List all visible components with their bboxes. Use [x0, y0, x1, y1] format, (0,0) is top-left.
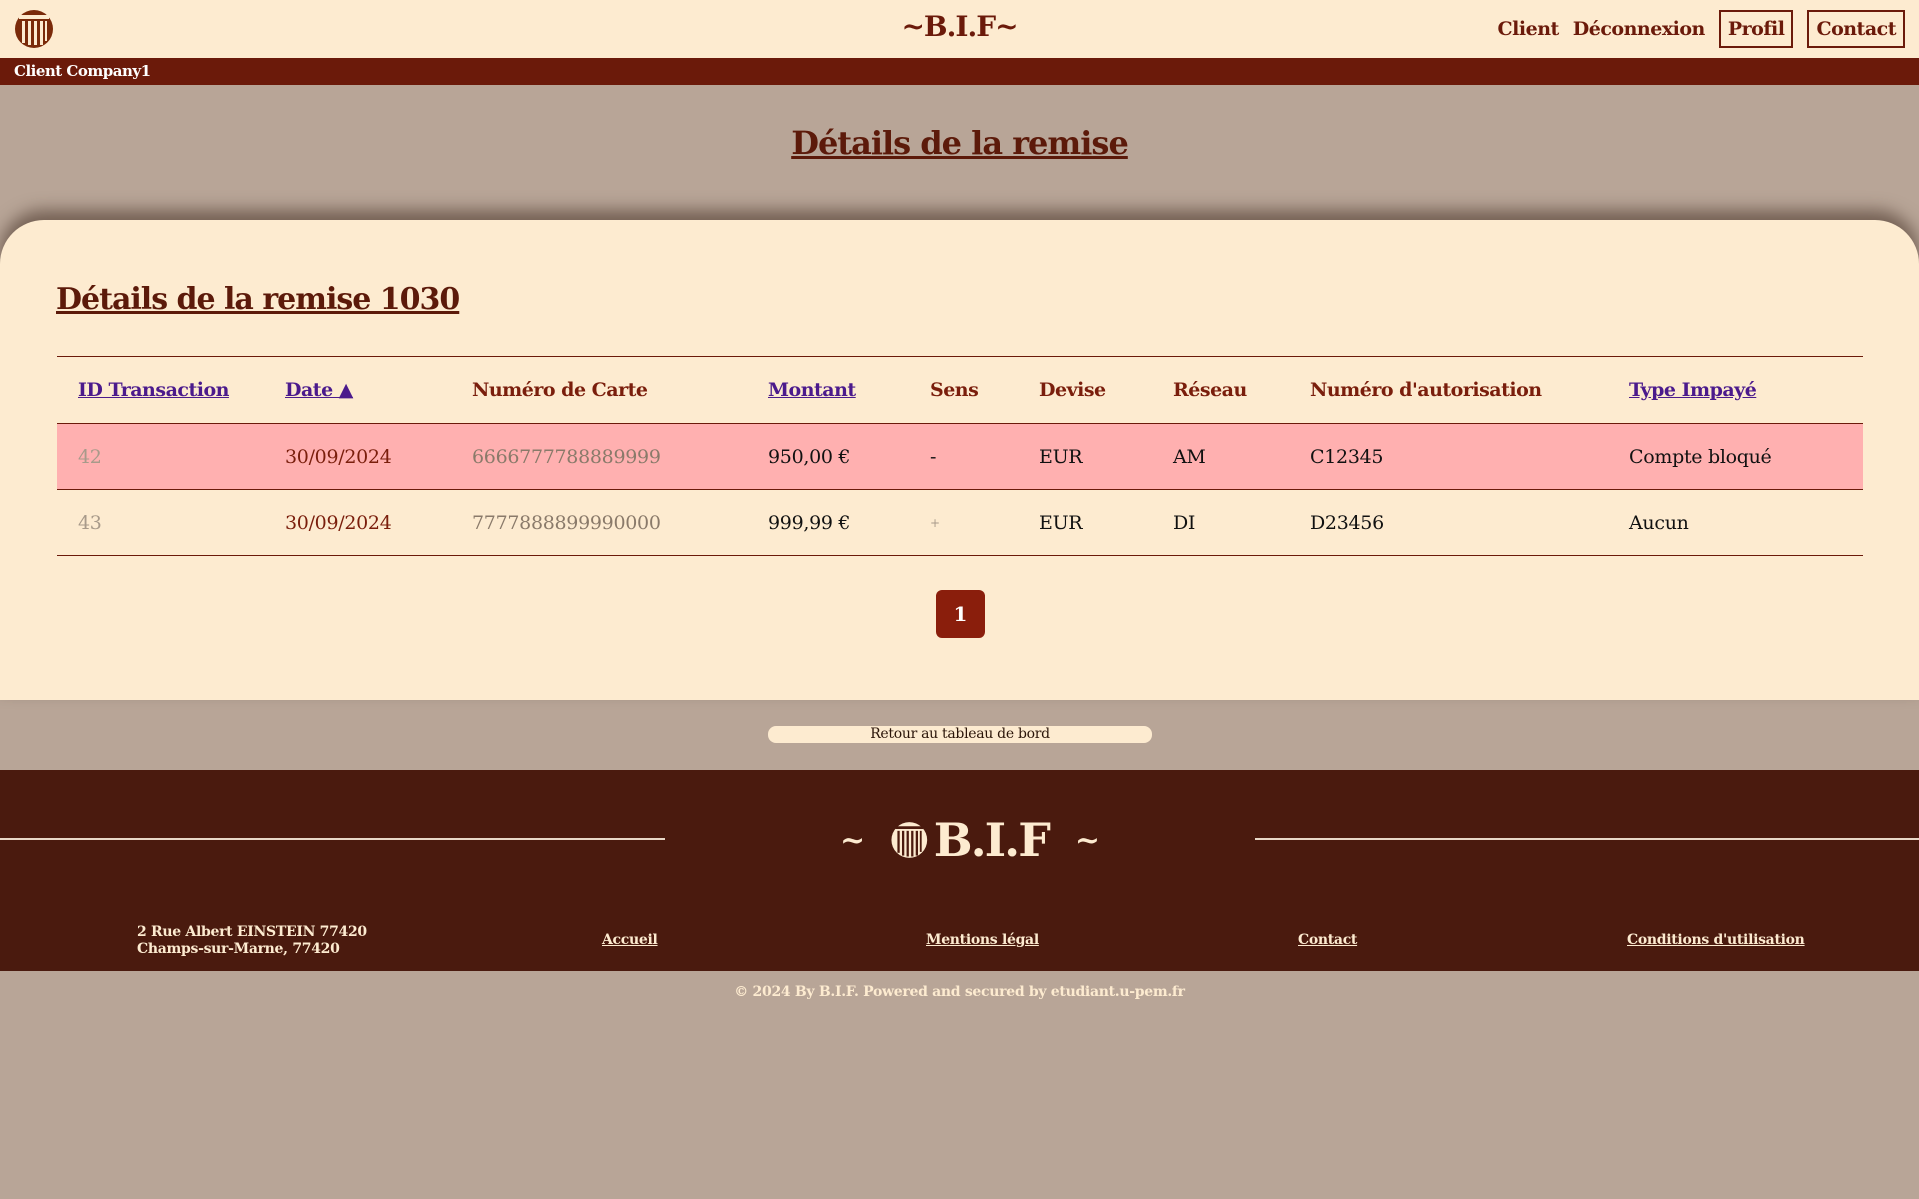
cell-network: DI — [1173, 489, 1310, 556]
footer-link-contact[interactable]: Contact — [1298, 932, 1357, 948]
header-auth-number: Numéro d'autorisation — [1310, 356, 1629, 424]
cell-card-number: 6666777788889999 — [472, 423, 768, 490]
back-to-dashboard-button[interactable]: Retour au tableau de bord — [768, 726, 1152, 743]
nav-logout[interactable]: Déconnexion — [1573, 18, 1706, 40]
nav-contact-button[interactable]: Contact — [1807, 10, 1905, 48]
cell-unpaid-type: Aucun — [1629, 489, 1863, 556]
cell-amount: 999,99 € — [768, 489, 930, 556]
cell-currency: EUR — [1039, 489, 1173, 556]
address-line-2: Champs-sur-Marne, 77420 — [137, 941, 340, 957]
footer-divider-right — [1255, 838, 1919, 840]
pagination-page-button[interactable]: 1 — [936, 590, 985, 638]
header-card-number: Numéro de Carte — [472, 356, 768, 424]
footer-tilde-left: ~ — [840, 822, 866, 858]
footer-link-home[interactable]: Accueil — [602, 932, 658, 948]
top-nav: Client Déconnexion Profil Contact — [1498, 10, 1905, 48]
nav-client[interactable]: Client — [1498, 18, 1560, 40]
cell-direction: - — [930, 423, 1039, 490]
cell-network: AM — [1173, 423, 1310, 490]
header-currency: Devise — [1039, 356, 1173, 424]
cell-auth-number: D23456 — [1310, 489, 1629, 556]
footer-link-legal[interactable]: Mentions légal — [926, 932, 1039, 948]
footer-brand: B.I.F — [933, 813, 1051, 867]
transactions-table: ID Transaction Date ▲ Numéro de Carte Mo… — [57, 356, 1863, 556]
footer-tilde-right: ~ — [1074, 822, 1100, 858]
footer-logo: ~ B.I.F ~ — [820, 800, 1120, 880]
header-id-transaction[interactable]: ID Transaction — [57, 356, 285, 424]
footer-address: 2 Rue Albert EINSTEIN 77420 Champs-sur-M… — [137, 924, 367, 958]
cell-card-number: 7777888899990000 — [472, 489, 768, 556]
footer-divider-left — [0, 838, 665, 840]
client-company-bar: Client Company1 — [0, 58, 1919, 85]
header-unpaid-type[interactable]: Type Impayé — [1629, 356, 1863, 424]
card-title: Détails de la remise 1030 — [56, 282, 460, 317]
header-network: Réseau — [1173, 356, 1310, 424]
remise-details-card: Détails de la remise 1030 ID Transaction… — [0, 220, 1919, 700]
table-row[interactable]: 42 30/09/2024 6666777788889999 950,00 € … — [57, 423, 1863, 490]
cell-direction: + — [930, 489, 1039, 556]
site-footer: ~ B.I.F ~ 2 Rue Albert EINSTEIN 77420 Ch… — [0, 770, 1919, 971]
cell-id: 43 — [57, 489, 285, 556]
cell-auth-number: C12345 — [1310, 423, 1629, 490]
cell-date: 30/09/2024 — [285, 423, 472, 490]
cell-id: 42 — [57, 423, 285, 490]
address-line-1: 2 Rue Albert EINSTEIN 77420 — [137, 924, 367, 940]
nav-profile-button[interactable]: Profil — [1718, 10, 1794, 48]
header-amount[interactable]: Montant — [768, 356, 930, 424]
cell-amount: 950,00 € — [768, 423, 930, 490]
header-date[interactable]: Date ▲ — [285, 356, 472, 424]
cell-date: 30/09/2024 — [285, 489, 472, 556]
bank-columns-icon — [891, 822, 928, 858]
cell-unpaid-type: Compte bloqué — [1629, 423, 1863, 490]
footer-link-terms[interactable]: Conditions d'utilisation — [1627, 932, 1805, 948]
table-header-row: ID Transaction Date ▲ Numéro de Carte Mo… — [57, 356, 1863, 424]
top-header: ~B.I.F~ Client Déconnexion Profil Contac… — [0, 0, 1919, 58]
table-row[interactable]: 43 30/09/2024 7777888899990000 999,99 € … — [57, 489, 1863, 556]
header-direction: Sens — [930, 356, 1039, 424]
copyright-text: © 2024 By B.I.F. Powered and secured by … — [734, 984, 1185, 1000]
cell-currency: EUR — [1039, 423, 1173, 490]
page-title: Détails de la remise — [791, 124, 1129, 162]
